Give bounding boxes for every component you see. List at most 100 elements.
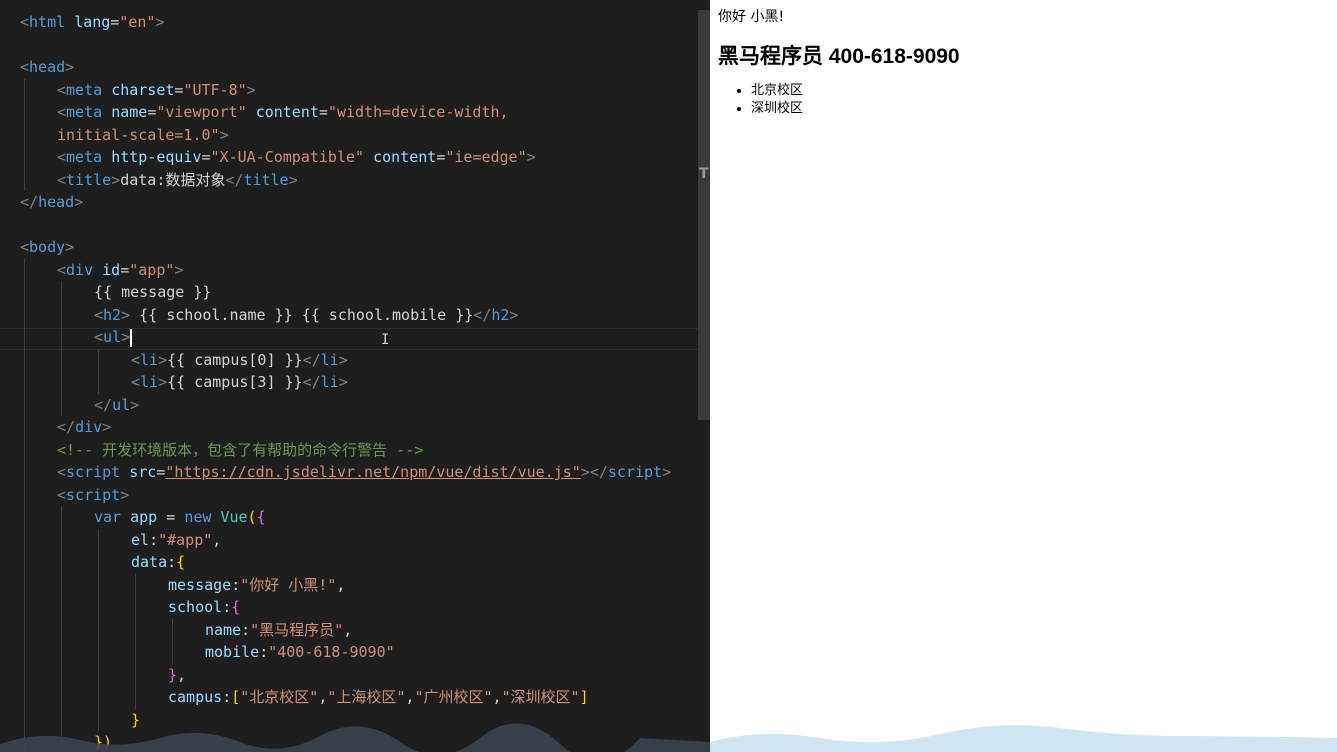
- code-line[interactable]: <script src="https://cdn.jsdelivr.net/np…: [57, 461, 671, 483]
- code-token: school: [168, 598, 223, 616]
- code-line[interactable]: </div>: [57, 416, 111, 438]
- code-token: ></: [580, 463, 608, 481]
- code-token: <: [94, 305, 104, 324]
- code-token: <: [57, 80, 67, 99]
- code-token: data:数据对象: [120, 170, 226, 189]
- code-line[interactable]: name:"黑马程序员",: [205, 619, 352, 641]
- code-token: "https://cdn.jsdelivr.net/npm/vue/dist/v…: [165, 463, 581, 481]
- code-line[interactable]: </ul>: [94, 394, 139, 416]
- code-token: meta: [66, 103, 103, 121]
- code-token: </: [302, 373, 321, 391]
- code-line[interactable]: <meta name="viewport" content="width=dev…: [57, 101, 509, 123]
- code-token: script: [66, 463, 121, 481]
- code-line[interactable]: data:{: [131, 551, 185, 573]
- code-token: el: [131, 530, 150, 549]
- browser-preview: 你好 小黑! 黑马程序员 400-618-9090 北京校区 深圳校区: [710, 0, 1337, 752]
- code-line[interactable]: </head>: [20, 191, 83, 213]
- code-token: <: [57, 463, 67, 481]
- code-line[interactable]: initial-scale=1.0">: [57, 124, 229, 146]
- code-line[interactable]: <script>: [57, 484, 129, 506]
- code-token: >: [65, 58, 75, 76]
- code-token: >: [121, 305, 131, 324]
- code-line[interactable]: <li>{{ campus[0] }}</li>: [131, 349, 348, 371]
- code-token: </: [94, 395, 113, 414]
- code-line[interactable]: <head>: [20, 56, 74, 78]
- indent-guide: [24, 258, 25, 752]
- code-token: =: [147, 103, 157, 121]
- code-line[interactable]: campus:["北京校区","上海校区","广州校区","深圳校区"]: [168, 686, 589, 708]
- code-token: ,: [492, 688, 502, 706]
- code-line[interactable]: {{ message }}: [94, 281, 211, 303]
- code-token: script: [607, 463, 663, 481]
- code-line[interactable]: school:{: [168, 596, 240, 618]
- indent-guide: [135, 573, 136, 709]
- code-line[interactable]: <ul>: [94, 326, 133, 348]
- code-token: campus: [168, 688, 223, 706]
- code-token: {: [176, 553, 186, 571]
- code-line[interactable]: }: [131, 709, 140, 731]
- code-token: h2: [491, 305, 510, 324]
- indent-guide: [98, 348, 99, 394]
- code-token: "深圳校区": [501, 688, 580, 706]
- code-token: head: [29, 58, 66, 76]
- code-line[interactable]: <div id="app">: [57, 259, 183, 281]
- code-token: >: [662, 463, 672, 481]
- code-token: =: [120, 260, 130, 279]
- code-token: [: [231, 688, 241, 706]
- code-line[interactable]: <meta http-equiv="X-UA-Compatible" conte…: [57, 146, 536, 168]
- code-token: <: [131, 373, 141, 391]
- code-token: </: [473, 305, 492, 324]
- code-token: <: [57, 170, 67, 189]
- code-line[interactable]: var app = new Vue({: [94, 506, 266, 528]
- code-token: >: [120, 485, 130, 504]
- code-token: :: [222, 598, 232, 616]
- code-token: <: [57, 260, 67, 279]
- code-token: ul: [103, 328, 122, 346]
- code-token: li: [320, 373, 339, 391]
- code-token: initial-scale=1.0": [57, 125, 220, 144]
- code-token: >: [158, 350, 168, 369]
- code-token: id: [102, 260, 121, 279]
- code-token: ul: [112, 395, 131, 414]
- code-editor[interactable]: <html lang="en"> <head> <meta charset="UTF…: [0, 0, 710, 752]
- code-token: lang: [74, 13, 111, 31]
- code-token: :: [222, 688, 232, 706]
- code-line[interactable]: },: [168, 664, 186, 686]
- code-token: "你好 小黑!": [240, 575, 337, 594]
- code-token: "北京校区": [240, 688, 319, 706]
- code-token: >: [526, 148, 536, 166]
- code-token: name: [111, 103, 148, 121]
- list-item: 北京校区: [751, 82, 803, 100]
- code-token: :: [149, 530, 159, 549]
- code-line[interactable]: message:"你好 小黑!",: [168, 574, 345, 596]
- code-line[interactable]: <body>: [20, 236, 74, 258]
- code-line[interactable]: mobile:"400-618-9090": [205, 641, 395, 663]
- code-line[interactable]: <html lang="en">: [20, 11, 165, 33]
- code-line[interactable]: <title>data:数据对象</title>: [57, 169, 298, 191]
- code-line[interactable]: <meta charset="UTF-8">: [57, 79, 256, 101]
- editor-top-edge: [0, 0, 710, 6]
- code-line[interactable]: }): [94, 731, 112, 752]
- code-token: (: [247, 508, 257, 526]
- code-line[interactable]: <!-- 开发环境版本，包含了有帮助的命令行警告 -->: [57, 439, 423, 461]
- code-token: <: [57, 103, 67, 121]
- code-token: >: [158, 373, 168, 391]
- code-line[interactable]: <li>{{ campus[3] }}</li>: [131, 371, 348, 393]
- code-token: meta: [66, 80, 103, 99]
- code-token: meta: [66, 148, 103, 166]
- text-cursor-icon: I: [381, 332, 390, 348]
- code-token: h2: [103, 305, 122, 324]
- code-token: ]: [579, 688, 589, 706]
- code-token: >: [121, 328, 131, 346]
- code-token: message: [168, 575, 232, 594]
- code-token: >: [102, 418, 112, 436]
- code-token: =: [436, 148, 446, 166]
- code-line[interactable]: <h2> {{ school.name }} {{ school.mobile …: [94, 304, 518, 326]
- editor-scrollbar[interactable]: [698, 10, 710, 420]
- preview-heading: 黑马程序员 400-618-9090: [718, 45, 960, 68]
- code-token: >: [338, 373, 348, 391]
- code-line[interactable]: el:"#app",: [131, 529, 221, 551]
